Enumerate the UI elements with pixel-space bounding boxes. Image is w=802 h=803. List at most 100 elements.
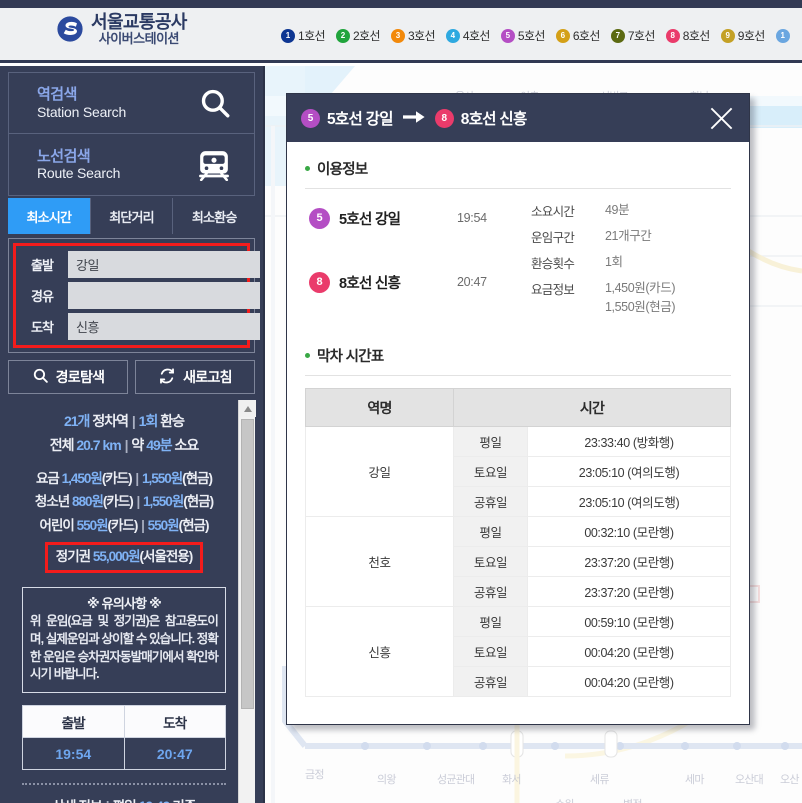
th-time: 시간: [453, 388, 731, 427]
site-header: 서울교통공사 사이버스테이션 1 1호선 2 2호선 3 3호선 4 4호선 5 5호선 6 6호선 7…: [0, 8, 802, 63]
timetable-daytype: 토요일: [453, 546, 528, 577]
legend-item-line-6[interactable]: 6 6호선: [555, 27, 600, 44]
legend-item-line-4[interactable]: 4 4호선: [445, 27, 490, 44]
arrival-input[interactable]: [68, 313, 260, 340]
fare-card: 550원: [76, 517, 109, 533]
line-badge-2: 2: [335, 28, 350, 43]
pass-label: 정기권: [55, 549, 91, 565]
fare-label: 청소년: [34, 494, 70, 510]
timetable-time: 00:04:20 (모란행): [527, 666, 731, 697]
map-station-label: 성균관대: [437, 774, 475, 786]
fare-card: 1,450원: [61, 470, 103, 486]
line-legend: 1 1호선 2 2호선 3 3호선 4 4호선 5 5호선 6 6호선 7 7호선 8 8호선 9 9호선 1: [281, 8, 802, 63]
line-badge-4: 4: [445, 28, 460, 43]
th-station: 역명: [305, 388, 454, 427]
fare-notice: ※ 유의사항 ※ 위 운임(요금 및 정기권)은 참고용도이며, 실제운임과 상…: [22, 587, 226, 694]
modal-to-label: 8호선 신흥: [460, 111, 527, 128]
legend-item-line-2[interactable]: 2 2호선: [335, 27, 381, 44]
line-badge-5: 5: [500, 28, 515, 43]
route-detail-modal: 5 5호선 강일 8 8호선 신흥 이용정보 5 5호선 강일 19:54 8 …: [286, 93, 750, 725]
legend-label-8: 8호선: [682, 29, 711, 43]
sidebar-station-search[interactable]: 역검색 Station Search: [8, 72, 255, 134]
scroll-up-icon[interactable]: [239, 400, 256, 417]
fare-label: 어린이: [39, 517, 75, 533]
line-badge-3: 3: [390, 28, 405, 43]
stop-line-badge: 8: [309, 271, 330, 293]
summary-distance-line: 전체 20.7 km | 약 49분 소요: [49, 436, 200, 453]
period-pass-highlight: 정기권 55,000원(서울전용): [44, 542, 204, 574]
detail-sep: |: [105, 799, 110, 803]
timetable-header-row: 역명 시간: [305, 388, 731, 427]
route-search-ko: 노선검색: [37, 147, 91, 165]
total-distance: 20.7 km: [76, 436, 121, 453]
usage-details: 소요시간 49분 운임구간 21개구간 환승횟수 1회 요금정보 1,450원(카드) 1,55…: [531, 201, 731, 323]
timetable-body: 강일 평일 23:33:40 (방화행) 토요일 23:05:10 (여의도행) 공휴일 2…: [305, 426, 731, 697]
via-label: 경유: [31, 289, 54, 304]
timetable-section-title: 막차 시간표: [305, 345, 731, 375]
tab-2[interactable]: 최단거리: [90, 198, 174, 234]
results-scroll-area: 21개 정차역 | 1회 환승 전체 20.7 km | 약 49분 소요 요금…: [8, 400, 240, 803]
close-icon[interactable]: [708, 105, 735, 132]
legend-item-line-9[interactable]: 9 9호선: [720, 27, 766, 44]
timetable-station-name: 강일: [305, 426, 454, 517]
fare-list: 요금 1,450원(카드) | 1,550원(현금) 청소년 880원(카드) |…: [12, 467, 236, 538]
via-input[interactable]: [68, 282, 260, 309]
line-badge-9: 9: [720, 28, 735, 43]
tab-1[interactable]: 최소시간: [8, 198, 91, 234]
results-scrollbar[interactable]: [238, 400, 256, 803]
period-pass-line: 정기권 55,000원(서울전용): [55, 549, 193, 565]
departure-label: 출발: [31, 258, 54, 273]
timetable-station-name: 천호: [305, 516, 454, 607]
arrow-right-icon: [402, 110, 425, 127]
legend-label-5: 5호선: [517, 29, 546, 43]
arrival-label: 도착: [31, 320, 54, 335]
refresh-label: 새로고침: [183, 369, 232, 385]
scrollbar-thumb[interactable]: [241, 419, 254, 709]
table-row: 천호 평일 00:32:10 (모란행): [305, 516, 731, 607]
fare-card-suffix: (카드): [107, 517, 139, 533]
transfer-text: 환승: [160, 413, 185, 429]
timetable-daytype: 토요일: [453, 636, 528, 667]
usage-detail-key: 운임구간: [531, 231, 575, 245]
legend-item-line-7[interactable]: 7 7호선: [610, 27, 655, 44]
modal-header: 5 5호선 강일 8 8호선 신흥: [287, 94, 749, 142]
timetable-daytype: 공휴일: [453, 666, 528, 697]
timetable-section: 막차 시간표 역명 시간 강일 평일 23:33:40 (방화행) 토요일 23:05:…: [305, 345, 731, 697]
search-icon: [198, 86, 232, 120]
detail-info-line: 상세 정보 | 평일 19:49 기준: [8, 795, 240, 803]
depart-arrive-table: 출발 도착 19:54 20:47: [22, 705, 226, 771]
refresh-button[interactable]: 새로고침: [135, 360, 255, 394]
legend-item-line-8[interactable]: 8 8호선: [665, 27, 711, 44]
find-route-button[interactable]: 경로탐색: [8, 360, 128, 394]
legend-item-line-overflow[interactable]: 1: [775, 28, 790, 43]
timetable-daytype: 공휴일: [453, 576, 528, 607]
route-summary: 21개 정차역 | 1회 환승 전체 20.7 km | 약 49분 소요 요금…: [8, 400, 240, 577]
depart-header: 출발: [22, 705, 125, 739]
search-icon: [32, 367, 49, 387]
timetable-time: 00:04:20 (모란행): [527, 636, 731, 667]
legend-label-9: 9호선: [737, 29, 766, 43]
via-row: 경유: [22, 282, 260, 309]
fare-cash-suffix: (현금): [178, 517, 210, 533]
tab-3[interactable]: 최소환승: [173, 198, 256, 234]
fare-cash: 550원: [147, 517, 180, 533]
arrive-time: 20:47: [123, 737, 226, 771]
timetable-time: 23:05:10 (여의도행): [527, 486, 731, 517]
bullet-icon: [305, 353, 310, 358]
usage-title-text: 이용정보: [317, 162, 368, 178]
legend-item-line-1[interactable]: 1 1호선: [281, 27, 326, 44]
total-duration: 49분: [146, 436, 172, 453]
legend-item-line-3[interactable]: 3 3호선: [390, 27, 436, 44]
app-root: 서울교통공사 사이버스테이션 1 1호선 2 2호선 3 3호선 4 4호선 5 5호선 6 6호선 7…: [0, 0, 802, 803]
total-text: 전체: [49, 436, 75, 453]
sidebar-route-search[interactable]: 노선검색 Route Search: [8, 134, 255, 196]
brand[interactable]: 서울교통공사 사이버스테이션: [56, 13, 187, 46]
fare-row-3: 어린이 550원(카드) | 550원(현금): [39, 517, 210, 533]
fare-row-1: 요금 1,450원(카드) | 1,550원(현금): [36, 470, 213, 486]
line-badge-8: 8: [665, 28, 680, 43]
from-line-badge: 5: [301, 108, 320, 128]
legend-item-line-5[interactable]: 5 5호선: [500, 27, 546, 44]
departure-input[interactable]: [68, 251, 260, 278]
fare-row-2: 청소년 880원(카드) | 1,550원(현금): [34, 494, 214, 510]
fare-cash-suffix: (현금): [183, 494, 214, 510]
